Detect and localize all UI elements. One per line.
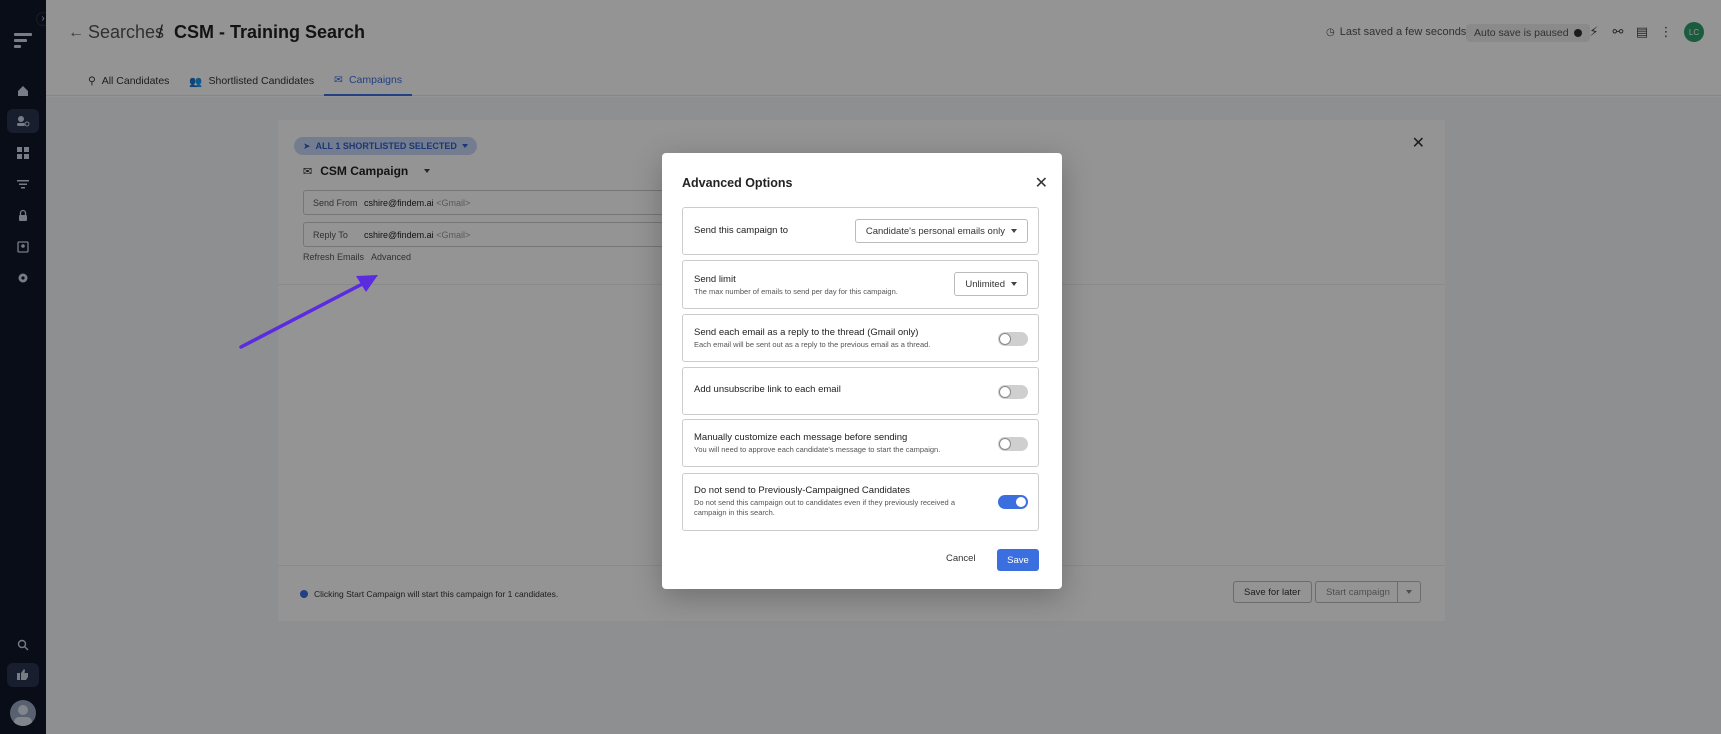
customize-toggle[interactable] <box>998 437 1028 451</box>
dialog-title: Advanced Options <box>682 176 793 190</box>
option-unsubscribe: Add unsubscribe link to each email <box>682 367 1039 415</box>
cancel-button[interactable]: Cancel <box>946 553 976 564</box>
previously-campaigned-toggle[interactable] <box>998 495 1028 509</box>
unsubscribe-toggle[interactable] <box>998 385 1028 399</box>
option-send-limit: Send limit The max number of emails to s… <box>682 260 1039 309</box>
chevron-down-icon <box>1011 229 1017 233</box>
option-customize: Manually customize each message before s… <box>682 419 1039 467</box>
send-to-select[interactable]: Candidate's personal emails only <box>854 219 1028 243</box>
save-button[interactable]: Save <box>997 549 1039 571</box>
chevron-down-icon <box>1011 282 1017 286</box>
option-reply-thread: Send each email as a reply to the thread… <box>682 314 1039 362</box>
option-send-to: Send this campaign to Candidate's person… <box>682 207 1039 255</box>
reply-thread-toggle[interactable] <box>998 332 1028 346</box>
close-icon[interactable]: ✕ <box>1035 173 1048 193</box>
send-limit-select[interactable]: Unlimited <box>954 272 1028 296</box>
option-previously-campaigned: Do not send to Previously-Campaigned Can… <box>682 473 1039 531</box>
advanced-options-dialog: Advanced Options ✕ Send this campaign to… <box>662 153 1062 589</box>
